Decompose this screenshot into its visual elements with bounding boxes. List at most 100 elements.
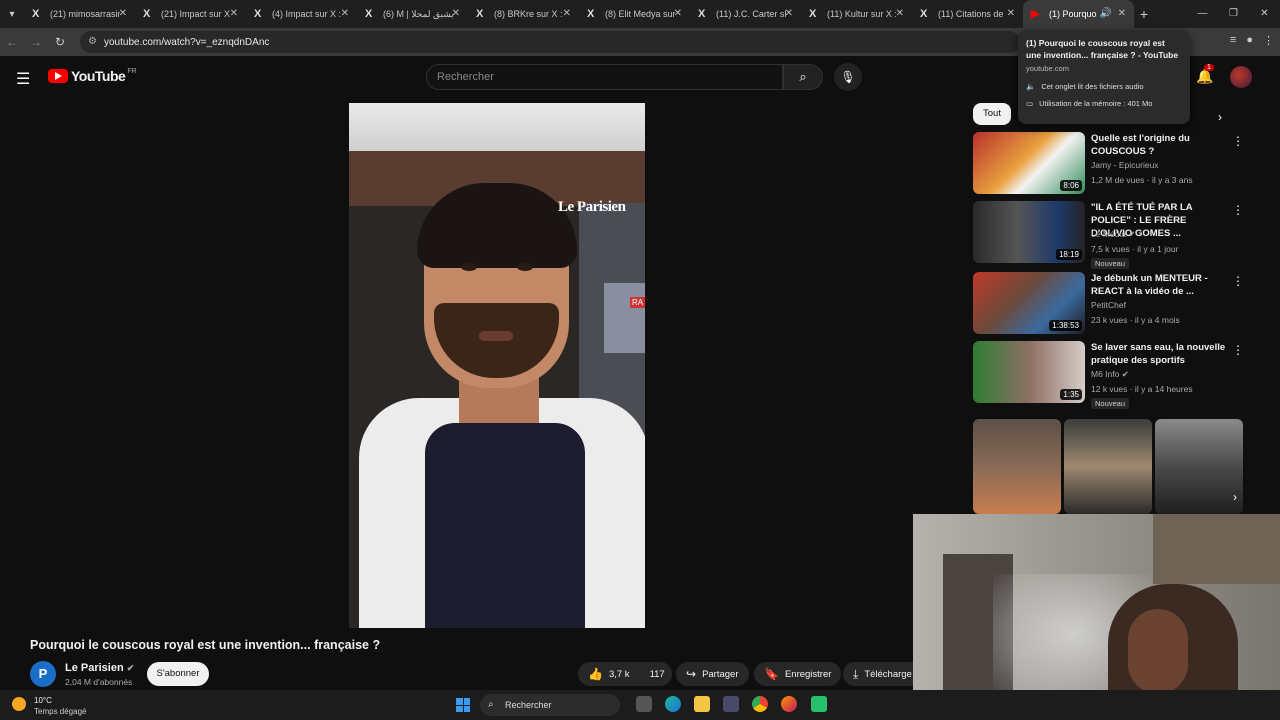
youtube-logo[interactable]: YouTube FR — [48, 68, 137, 84]
more-options-icon[interactable]: ⋮ — [1232, 274, 1244, 288]
close-window-icon[interactable]: ✕ — [1249, 0, 1280, 28]
channel-name[interactable]: Le Parisien ✔ — [65, 662, 134, 674]
forward-icon[interactable]: → — [24, 35, 48, 49]
x-logo-icon: X — [476, 8, 484, 20]
short-thumbnail[interactable] — [1155, 419, 1243, 514]
media-control-icon[interactable]: ≡ — [1230, 34, 1236, 47]
youtube-play-icon — [48, 69, 68, 83]
recommendation-item[interactable]: 8:06 Quelle est l'origine du COUSCOUS ? … — [973, 132, 1244, 194]
video-thumbnail[interactable]: 8:06 — [973, 132, 1085, 194]
le-parisien-watermark: Le Parisien — [558, 199, 626, 215]
browser-tab[interactable]: X (6) M | بشبق لمحلا ✕ — [357, 0, 468, 28]
more-options-icon[interactable]: ⋮ — [1232, 134, 1244, 148]
like-icon[interactable]: 👍 — [588, 667, 603, 681]
channel-avatar[interactable]: P — [30, 661, 56, 687]
video-thumbnail[interactable]: 1:38:53 — [973, 272, 1085, 334]
memory-icon: ▭ — [1026, 99, 1034, 108]
close-tab-icon[interactable]: ✕ — [563, 8, 571, 19]
weather-condition[interactable]: Temps dégagé — [34, 707, 86, 716]
chip-all[interactable]: Tout — [973, 103, 1011, 125]
chevron-right-icon[interactable]: › — [1218, 110, 1222, 124]
browser-tab[interactable]: X (11) J.C. Carter sh ✕ — [690, 0, 801, 28]
site-info-icon[interactable]: ⚙ — [88, 36, 97, 47]
close-tab-icon[interactable]: ✕ — [674, 8, 682, 19]
channel-link[interactable]: M6 Info ✔ — [1091, 369, 1129, 380]
tab-search-icon[interactable]: ▾ — [0, 0, 24, 28]
search-button[interactable]: ⌕ — [783, 64, 823, 90]
speaker-icon[interactable]: 🔊 — [1100, 8, 1112, 19]
tab-hover-card: (1) Pourquoi le couscous royal est une i… — [1018, 30, 1190, 124]
download-button[interactable]: ⤓ Télécharge — [843, 662, 913, 686]
edge-icon[interactable] — [665, 696, 681, 712]
task-view-icon[interactable] — [636, 696, 652, 712]
menu-icon[interactable]: ⋮ — [1263, 34, 1274, 47]
maximize-icon[interactable]: ❐ — [1218, 0, 1249, 28]
close-tab-icon[interactable]: ✕ — [896, 8, 904, 19]
file-explorer-icon[interactable] — [694, 696, 710, 712]
start-button[interactable] — [456, 698, 470, 712]
subscribe-button[interactable]: S'abonner — [147, 662, 209, 686]
short-thumbnail[interactable] — [973, 419, 1061, 514]
browser-tab-active[interactable]: ▶(1) Pourquoi l🔊✕ — [1023, 0, 1134, 28]
browser-tab[interactable]: X (4) Impact sur X : ✕ — [246, 0, 357, 28]
short-thumbnail[interactable] — [1064, 419, 1152, 514]
taskbar-search[interactable]: ⌕ Rechercher — [480, 694, 620, 716]
recommendation-item[interactable]: 18:19 "IL A ÉTÉ TUÉ PAR LA POLICE" : LE … — [973, 201, 1244, 269]
close-tab-icon[interactable]: ✕ — [1007, 8, 1015, 19]
like-count[interactable]: 3,7 k — [609, 669, 630, 680]
notification-count: 1 — [1204, 64, 1214, 71]
channel-link[interactable]: Le Média ✔ — [1091, 229, 1135, 240]
minimize-icon[interactable]: — — [1187, 0, 1218, 28]
browser-tab[interactable]: X (11) Citations de ✕ — [912, 0, 1023, 28]
weather-temperature[interactable]: 10°C — [34, 696, 52, 705]
close-tab-icon[interactable]: ✕ — [119, 8, 127, 19]
close-tab-icon[interactable]: ✕ — [230, 8, 238, 19]
user-avatar[interactable] — [1230, 66, 1252, 88]
webcam-face — [1128, 609, 1188, 694]
firefox-icon[interactable] — [781, 696, 797, 712]
search-input[interactable]: Rechercher — [426, 64, 783, 90]
video-frame-label: RA — [630, 297, 645, 308]
video-thumbnail[interactable]: 1:35 — [973, 341, 1085, 403]
x-logo-icon: X — [698, 8, 706, 20]
more-options-icon[interactable]: ⋮ — [1232, 203, 1244, 217]
search-icon: ⌕ — [488, 699, 494, 710]
x-logo-icon: X — [920, 8, 928, 20]
verified-icon: ✔ — [1128, 229, 1136, 239]
download-icon: ⤓ — [853, 666, 859, 681]
url-field[interactable]: ⚙ youtube.com/watch?v=_eznqdnDAnc — [80, 31, 1020, 53]
video-thumbnail[interactable]: 18:19 — [973, 201, 1085, 263]
close-tab-icon[interactable]: ✕ — [452, 8, 460, 19]
hamburger-menu-icon[interactable]: ☰ — [16, 69, 30, 89]
recommendation-item[interactable]: 1:35 Se laver sans eau, la nouvelle prat… — [973, 341, 1244, 409]
voice-search-button[interactable]: 🎙 — [834, 63, 862, 91]
video-player[interactable]: RA Le Parisien — [349, 103, 645, 628]
store-icon[interactable] — [723, 696, 739, 712]
notifications-button[interactable]: 🔔 1 — [1196, 64, 1214, 85]
search-icon: ⌕ — [799, 69, 807, 84]
verified-icon: ✔ — [1121, 369, 1129, 379]
chrome-icon[interactable] — [752, 696, 768, 712]
app-icon[interactable] — [811, 696, 827, 712]
share-icon: ↪ — [686, 667, 697, 681]
close-tab-icon[interactable]: ✕ — [341, 8, 349, 19]
profile-icon[interactable]: ● — [1246, 34, 1253, 47]
save-button[interactable]: 🔖 Enregistrer — [754, 662, 842, 686]
reload-icon[interactable]: ↻ — [48, 35, 72, 49]
recommendation-item[interactable]: 1:38:53 Je débunk un MENTEUR - REACT à l… — [973, 272, 1244, 334]
browser-tab[interactable]: X (21) mimosarrasin ✕ — [24, 0, 135, 28]
comment-count[interactable]: 117 — [650, 669, 665, 680]
more-options-icon[interactable]: ⋮ — [1232, 343, 1244, 357]
share-button[interactable]: ↪ Partager — [676, 662, 749, 686]
new-tab-button[interactable]: + — [1134, 6, 1154, 22]
chevron-right-icon[interactable]: › — [1233, 490, 1237, 504]
browser-tab[interactable]: X (8) Elit Medya sur ✕ — [579, 0, 690, 28]
weather-icon[interactable] — [12, 697, 26, 711]
close-tab-icon[interactable]: ✕ — [785, 8, 793, 19]
back-icon[interactable]: ← — [0, 35, 24, 49]
browser-tab[interactable]: X (8) BRKre sur X : ✕ — [468, 0, 579, 28]
browser-tab[interactable]: X (11) Kultur sur X : ✕ — [801, 0, 912, 28]
close-tab-icon[interactable]: ✕ — [1118, 8, 1126, 19]
x-logo-icon: X — [809, 8, 817, 20]
browser-tab[interactable]: X (21) Impact sur X ✕ — [135, 0, 246, 28]
